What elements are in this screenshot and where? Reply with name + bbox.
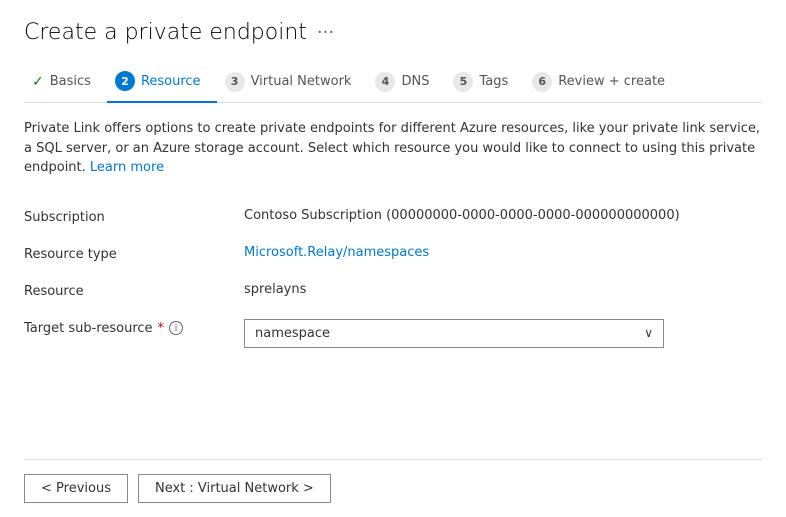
step-tags-label: Tags [479,74,508,89]
step-resource[interactable]: 2 Resource [107,63,217,103]
subscription-label: Subscription [24,208,244,225]
step-resource-number: 2 [115,71,135,91]
steps-bar: ✓ Basics 2 Resource 3 Virtual Network 4 … [24,63,762,103]
resource-label: Resource [24,282,244,299]
step-basics-label: Basics [50,74,91,89]
chevron-down-icon: ∨ [644,326,653,340]
info-icon[interactable]: i [169,321,183,335]
step-tags[interactable]: 5 Tags [445,64,524,102]
step-vn-label: Virtual Network [251,74,352,89]
required-indicator: * [158,321,165,336]
step-dns-number: 4 [375,72,395,92]
learn-more-link[interactable]: Learn more [90,160,164,175]
target-sub-resource-row: Target sub-resource * i namespace ∨ [24,309,762,358]
step-dns-label: DNS [401,74,429,89]
check-icon: ✓ [32,74,44,90]
page-header: Create a private endpoint ··· [24,20,762,45]
target-sub-resource-label: Target sub-resource * i [24,319,244,336]
step-virtual-network[interactable]: 3 Virtual Network [217,64,368,102]
subscription-value: Contoso Subscription (00000000-0000-0000… [244,208,762,223]
step-review-label: Review + create [558,74,665,89]
resource-type-row: Resource type Microsoft.Relay/namespaces [24,235,762,272]
previous-button[interactable]: < Previous [24,474,128,503]
step-review-number: 6 [532,72,552,92]
step-dns[interactable]: 4 DNS [367,64,445,102]
resource-type-label: Resource type [24,245,244,262]
step-tags-number: 5 [453,72,473,92]
subscription-row: Subscription Contoso Subscription (00000… [24,198,762,235]
step-vn-number: 3 [225,72,245,92]
target-sub-resource-dropdown[interactable]: namespace ∨ [244,319,664,348]
step-resource-label: Resource [141,74,201,89]
resource-row: Resource sprelayns [24,272,762,309]
description-section: Private Link offers options to create pr… [24,119,762,178]
dropdown-value: namespace [255,326,330,341]
step-review-create[interactable]: 6 Review + create [524,64,681,102]
resource-value: sprelayns [244,282,762,297]
page-title: Create a private endpoint [24,20,307,45]
resource-type-value[interactable]: Microsoft.Relay/namespaces [244,245,762,260]
form-section: Subscription Contoso Subscription (00000… [24,198,762,460]
next-button[interactable]: Next : Virtual Network > [138,474,331,503]
step-basics[interactable]: ✓ Basics [24,66,107,100]
footer: < Previous Next : Virtual Network > [24,459,762,517]
ellipsis-icon[interactable]: ··· [317,22,334,43]
